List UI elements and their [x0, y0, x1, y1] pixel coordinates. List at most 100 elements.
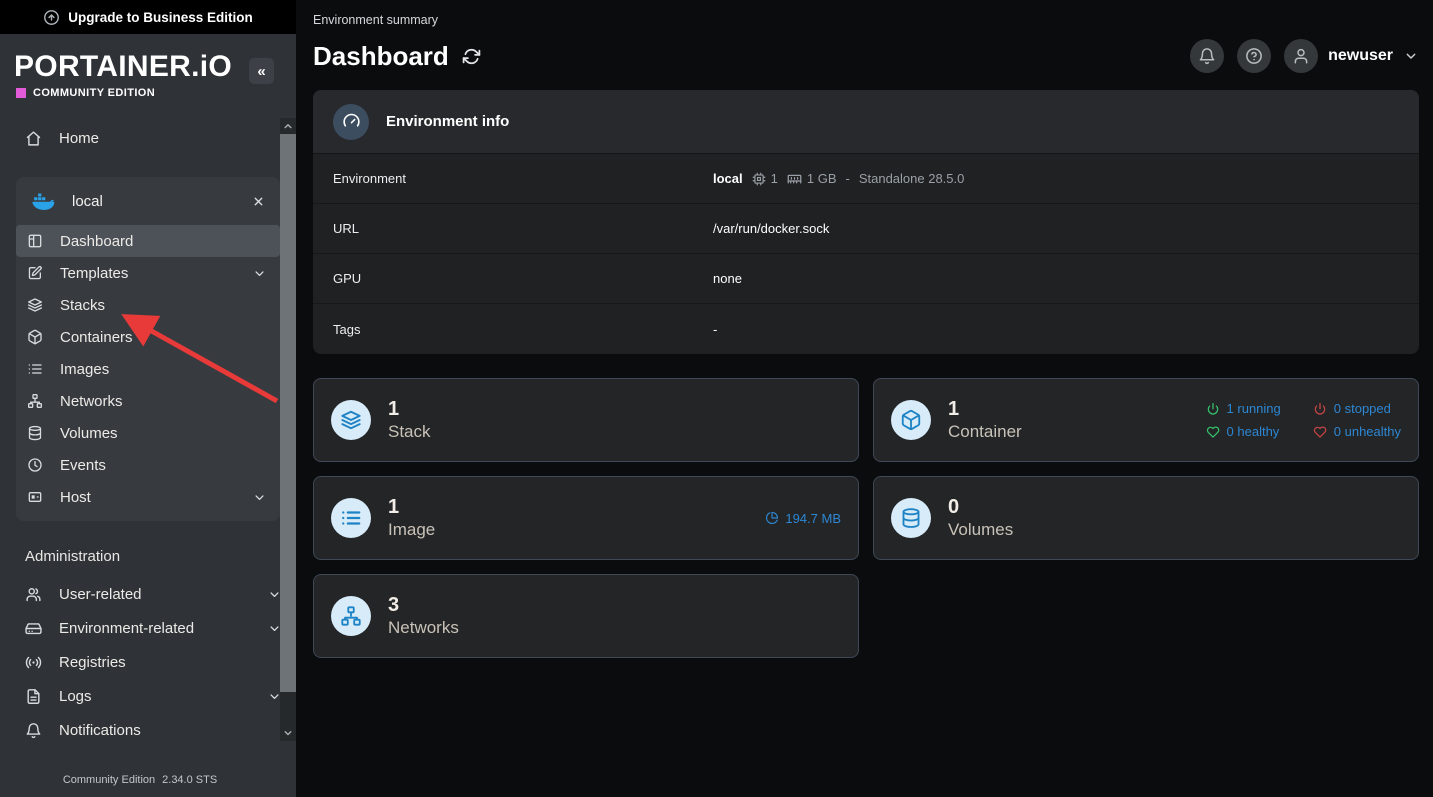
sidebar-item-containers[interactable]: Containers [16, 321, 280, 353]
breadcrumb: Environment summary [313, 0, 1419, 27]
stack-card[interactable]: 1 Stack [313, 378, 859, 462]
sidebar-item-stacks[interactable]: Stacks [16, 289, 280, 321]
image-label: Image [388, 520, 435, 540]
stopped-status[interactable]: 0 stopped [1313, 401, 1401, 416]
layers-icon [340, 409, 362, 431]
username: newuser [1328, 47, 1393, 65]
upgrade-banner[interactable]: Upgrade to Business Edition [0, 0, 296, 34]
sidebar-item-label: Notifications [59, 722, 141, 739]
info-row-url: URL /var/run/docker.sock [313, 204, 1419, 254]
sidebar-item-host[interactable]: Host [16, 481, 280, 513]
volumes-card[interactable]: 0 Volumes [873, 476, 1419, 560]
edition-square-icon [16, 88, 26, 98]
sidebar-item-environment-related[interactable]: Environment-related [0, 611, 296, 645]
refresh-icon[interactable] [462, 47, 481, 66]
edit-icon [27, 265, 43, 281]
networks-card[interactable]: 3 Networks [313, 574, 859, 658]
container-card[interactable]: 1 Container 1 running 0 stopped 0 health… [873, 378, 1419, 462]
sidebar-item-label: Logs [59, 688, 92, 705]
upgrade-banner-label: Upgrade to Business Edition [68, 10, 253, 25]
sidebar-item-label: Home [59, 130, 99, 147]
environment-header[interactable]: local [16, 177, 280, 225]
running-label: 1 running [1227, 401, 1281, 416]
docker-whale-icon [29, 188, 56, 215]
scrollbar-down-button[interactable] [280, 725, 296, 741]
info-label: Environment [333, 171, 713, 186]
database-icon [27, 425, 43, 441]
unhealthy-status[interactable]: 0 unhealthy [1313, 424, 1401, 439]
sidebar-item-volumes[interactable]: Volumes [16, 417, 280, 449]
sidebar-item-label: Networks [60, 393, 123, 410]
stopped-label: 0 stopped [1334, 401, 1391, 416]
sidebar-item-notifications[interactable]: Notifications [0, 713, 296, 747]
sidebar-item-label: Host [60, 489, 91, 506]
sidebar-item-label: Registries [59, 654, 126, 671]
clock-icon [27, 457, 43, 473]
unhealthy-label: 0 unhealthy [1334, 424, 1401, 439]
sidebar-item-networks[interactable]: Networks [16, 385, 280, 417]
volumes-label: Volumes [948, 520, 1013, 540]
image-size: 194.7 MB [785, 511, 841, 526]
url-value: /var/run/docker.sock [713, 221, 829, 236]
layers-icon [27, 297, 43, 313]
page-title: Dashboard [313, 41, 449, 72]
sidebar-item-dashboard[interactable]: Dashboard [16, 225, 280, 257]
sidebar-item-label: Containers [60, 329, 133, 346]
info-row-environment: Environment local 1 1 GB - Standalone 28… [313, 154, 1419, 204]
networks-count: 3 [388, 594, 459, 617]
container-label: Container [948, 422, 1022, 442]
close-icon[interactable] [252, 195, 265, 208]
chevron-down-icon [282, 727, 294, 739]
healthy-status[interactable]: 0 healthy [1206, 424, 1281, 439]
help-button[interactable] [1237, 39, 1271, 73]
separator: - [845, 171, 849, 186]
sidebar-item-registries[interactable]: Registries [0, 645, 296, 679]
gauge-icon-circle [333, 104, 369, 140]
sidebar: PORTAINER.iO « COMMUNITY EDITION Home lo… [0, 34, 296, 797]
scrollbar-up-button[interactable] [280, 118, 296, 134]
file-text-icon [25, 688, 42, 705]
environment-info-panel: Environment info Environment local 1 1 G… [313, 90, 1419, 354]
power-icon [1313, 402, 1327, 416]
sidebar-item-label: Environment-related [59, 620, 194, 637]
scrollbar-thumb[interactable] [280, 134, 296, 692]
cpu-count: 1 [771, 171, 778, 186]
sidebar-item-events[interactable]: Events [16, 449, 280, 481]
bell-icon [1198, 47, 1216, 65]
user-menu[interactable]: newuser [1284, 39, 1419, 73]
sidebar-item-home[interactable]: Home [0, 121, 296, 155]
gpu-value: none [713, 271, 742, 286]
running-status[interactable]: 1 running [1206, 401, 1281, 416]
heart-icon [1313, 425, 1327, 439]
list-icon [340, 507, 362, 529]
layers-icon-circle [331, 400, 371, 440]
arrow-up-circle-icon [43, 9, 60, 26]
notifications-button[interactable] [1190, 39, 1224, 73]
ram-amount: 1 GB [807, 171, 837, 186]
administration-section-label: Administration [25, 548, 296, 565]
box-icon-circle [891, 400, 931, 440]
radio-icon [25, 654, 42, 671]
avatar [1284, 39, 1318, 73]
sidebar-item-user-related[interactable]: User-related [0, 577, 296, 611]
heart-icon [1206, 425, 1220, 439]
chevron-down-icon [1403, 48, 1419, 64]
list-icon-circle [331, 498, 371, 538]
edition-label: COMMUNITY EDITION [33, 87, 155, 99]
sidebar-item-images[interactable]: Images [16, 353, 280, 385]
info-row-tags: Tags - [313, 304, 1419, 354]
networks-label: Networks [388, 618, 459, 638]
power-icon [1206, 402, 1220, 416]
gauge-icon [342, 112, 361, 131]
sidebar-collapse-button[interactable]: « [249, 58, 274, 84]
sidebar-item-label: Templates [60, 265, 128, 282]
platform-version: Standalone 28.5.0 [859, 171, 965, 186]
environment-name-value: local [713, 171, 743, 186]
sidebar-scrollbar[interactable] [280, 118, 296, 741]
users-icon [25, 586, 42, 603]
image-card[interactable]: 1 Image 194.7 MB [313, 476, 859, 560]
volumes-count: 0 [948, 496, 1013, 519]
sidebar-item-templates[interactable]: Templates [16, 257, 280, 289]
image-count: 1 [388, 496, 435, 519]
sidebar-item-logs[interactable]: Logs [0, 679, 296, 713]
